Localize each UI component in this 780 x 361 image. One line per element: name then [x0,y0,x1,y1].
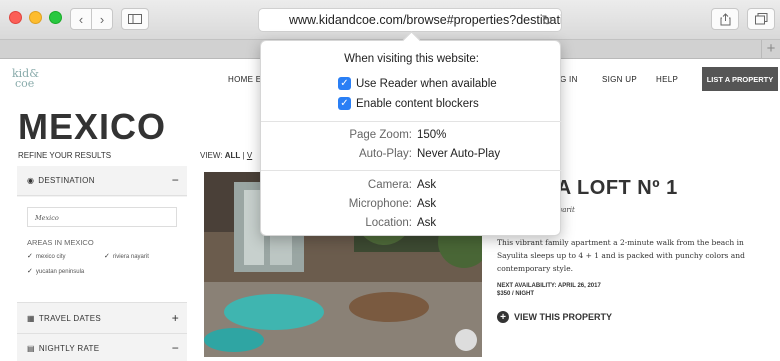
destination-input[interactable]: Mexico [27,207,177,227]
website-settings-popover: When visiting this website: ✓ Use Reader… [260,40,562,236]
calendar-icon: ▦ [27,314,35,323]
back-button[interactable]: ‹ [70,8,92,30]
availability-text: NEXT AVAILABILITY: APRIL 26, 2017 [497,283,601,289]
page-zoom-value[interactable]: 150% [417,129,446,141]
view-separator: | [242,151,245,160]
destination-panel: Mexico AREAS IN MEXICO ✓ mexico city ✓ riv… [17,197,187,303]
microphone-label: Microphone: [348,198,412,210]
plus-circle-icon: + [497,311,509,323]
microphone-value[interactable]: Ask [417,198,436,210]
checkmark-icon: ✓ [338,77,351,90]
destination-filter-header[interactable]: ◉ DESTINATION − [17,166,187,196]
forward-button[interactable]: › [91,8,113,30]
camera-value[interactable]: Ask [417,179,436,191]
address-bar[interactable]: www.kidandcoe.com/browse#properties?dest… [258,8,562,32]
nav-help[interactable]: HELP [656,75,678,84]
checkmark-icon: ✓ [338,97,351,110]
browser-toolbar: ‹ › www.kidandcoe.com/browse#properties?… [0,0,780,40]
auto-play-label: Auto-Play: [358,148,412,160]
list-property-button[interactable]: LIST A PROPERTY [702,67,778,91]
area-checkbox-riviera-nayarit[interactable]: ✓ riviera nayarit [104,252,149,260]
area-label: mexico city [35,254,66,260]
share-icon [720,12,730,25]
location-setting[interactable]: Location: Ask [261,217,562,233]
content-blockers-checkbox[interactable]: ✓ Enable content blockers [338,97,479,110]
travel-dates-filter-header[interactable]: ▦ TRAVEL DATES + [17,304,187,334]
filter-sidebar: ◉ DESTINATION − Mexico AREAS IN MEXICO ✓… [17,166,187,361]
nightly-rate-label: NIGHTLY RATE [38,344,100,353]
money-icon: ▤ [27,344,35,353]
expand-icon[interactable]: + [172,311,179,325]
view-options: VIEW: ALL | V [200,151,252,160]
tabs-icon [754,13,767,25]
zoom-window-button[interactable] [49,11,62,24]
areas-heading: AREAS IN MEXICO [27,238,94,247]
close-window-button[interactable] [9,11,22,24]
reload-icon[interactable]: ↻ [541,12,553,29]
property-availability: NEXT AVAILABILITY: APRIL 26, 2017 $350 /… [497,282,601,298]
kidandcoe-logo[interactable]: kid& coe [12,68,42,90]
minimize-window-button[interactable] [29,11,42,24]
view-label: VIEW: [200,151,223,160]
page-zoom-setting[interactable]: Page Zoom: 150% [261,129,562,145]
property-description: This vibrant family apartment a 2-minute… [497,238,745,273]
view-alt-link[interactable]: V [247,151,252,160]
nav-sign-up[interactable]: SIGN UP [602,75,637,84]
area-checkbox-yucatan-peninsula[interactable]: ✓ yucatan peninsula [27,267,84,275]
nav-sign-in[interactable]: G IN [560,75,578,84]
area-label: riviera nayarit [112,254,149,260]
browser-window: ‹ › www.kidandcoe.com/browse#properties?… [0,0,780,361]
location-pin-icon: ◉ [27,176,35,185]
camera-setting[interactable]: Camera: Ask [261,179,562,195]
auto-play-value[interactable]: Never Auto-Play [417,148,500,160]
refine-results-heading: REFINE YOUR RESULTS [18,151,112,160]
chevron-right-icon: › [99,11,105,27]
chevron-left-icon: ‹ [78,11,84,27]
nightly-rate-filter-header[interactable]: ▤ NIGHTLY RATE − [17,334,187,361]
view-property-link[interactable]: + VIEW THIS PROPERTY [497,311,612,323]
microphone-setting[interactable]: Microphone: Ask [261,198,562,214]
price-text: $350 / NIGHT [497,291,535,297]
location-value[interactable]: Ask [417,217,436,229]
divider [261,170,562,171]
sidebar-toggle-button[interactable] [121,8,149,30]
area-checkbox-mexico-city[interactable]: ✓ mexico city [27,252,66,260]
tabs-overview-button[interactable] [747,8,775,30]
camera-label: Camera: [367,179,412,191]
travel-dates-label: TRAVEL DATES [38,314,101,323]
sidebar-icon [128,14,142,24]
check-icon: ✓ [104,253,110,260]
share-button[interactable] [711,8,739,30]
view-all-link[interactable]: ALL [225,151,241,160]
area-label: yucatan peninsula [35,269,85,275]
use-reader-checkbox[interactable]: ✓ Use Reader when available [338,77,497,90]
collapse-icon[interactable]: − [172,341,179,355]
view-property-label: VIEW THIS PROPERTY [514,312,613,322]
divider [261,121,562,122]
url-text: www.kidandcoe.com/browse#properties?dest… [289,13,562,27]
new-tab-button[interactable]: + [761,40,780,59]
destination-label: DESTINATION [38,176,95,185]
check-icon: ✓ [27,268,33,275]
use-reader-label: Use Reader when available [356,77,497,90]
page-zoom-label: Page Zoom: [349,129,412,141]
location-label: Location: [365,217,412,229]
auto-play-setting[interactable]: Auto-Play: Never Auto-Play [261,148,562,164]
content-blockers-label: Enable content blockers [356,97,479,110]
check-icon: ✓ [27,253,33,260]
logo-text-bottom: coe [15,77,35,90]
popover-heading: When visiting this website: [344,53,479,65]
collapse-icon[interactable]: − [172,173,179,187]
page-title: MEXICO [18,106,167,147]
